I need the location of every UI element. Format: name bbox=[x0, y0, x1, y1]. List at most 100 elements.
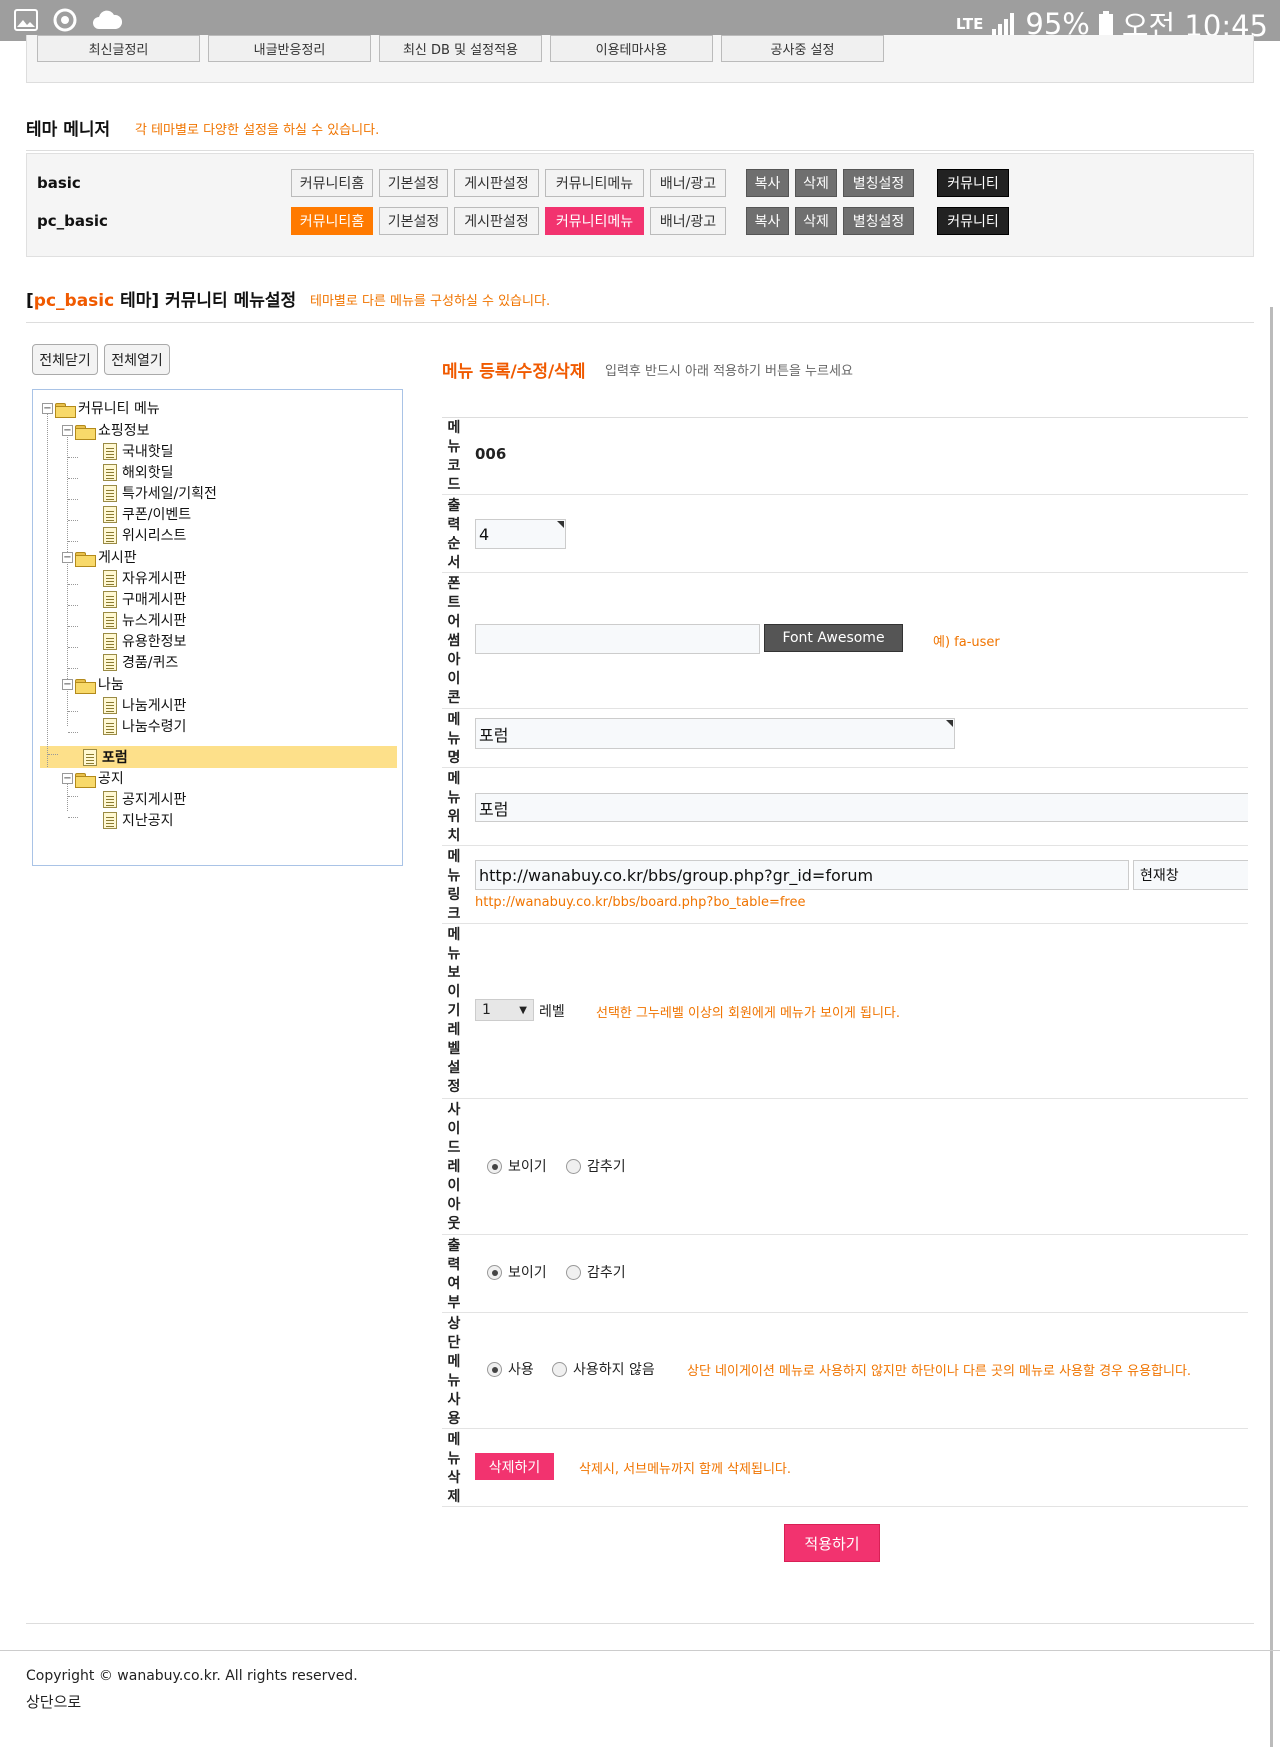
radio-checked-icon[interactable] bbox=[487, 1158, 502, 1174]
pc-basic-home-button[interactable]: 커뮤니티홈 bbox=[291, 207, 373, 235]
apply-db-button[interactable]: 최신 DB 및 설정적용 bbox=[379, 35, 542, 62]
collapse-icon[interactable]: − bbox=[62, 678, 73, 690]
level-select[interactable]: 1 ▼ bbox=[475, 999, 534, 1021]
pc-basic-copy-button[interactable]: 복사 bbox=[746, 207, 789, 235]
font-awesome-button[interactable]: Font Awesome bbox=[764, 624, 903, 652]
sync-icon bbox=[53, 8, 77, 32]
construction-setting-button[interactable]: 공사중 설정 bbox=[721, 35, 884, 62]
apply-button[interactable]: 적용하기 bbox=[784, 1524, 880, 1562]
pc-basic-delete-button[interactable]: 삭제 bbox=[795, 207, 837, 235]
menu-name-input[interactable]: 포럼 bbox=[475, 718, 955, 749]
document-icon bbox=[103, 505, 117, 523]
theme-name: pc_basic bbox=[33, 291, 115, 311]
output-show-radio[interactable]: 보이기 bbox=[487, 1262, 547, 1282]
tree-item-shopping[interactable]: − 쇼핑정보 bbox=[62, 419, 150, 441]
basic-home-button[interactable]: 커뮤니티홈 bbox=[291, 169, 373, 197]
top-menu-hint: 상단 네이게이션 메뉴로 사용하지 않지만 하단이나 다른 곳의 메뉴로 사용할… bbox=[687, 1364, 1192, 1379]
pc-basic-board-settings-button[interactable]: 게시판설정 bbox=[454, 207, 539, 235]
level-unit: 레벨 bbox=[539, 1004, 565, 1020]
basic-menu-button[interactable]: 커뮤니티메뉴 bbox=[545, 169, 644, 197]
pc-basic-banner-button[interactable]: 배너/광고 bbox=[650, 207, 726, 235]
copyright: Copyright © wanabuy.co.kr. All rights re… bbox=[26, 1668, 358, 1684]
tree-item-coupon[interactable]: 쿠폰/이벤트 bbox=[103, 503, 191, 525]
collapse-icon[interactable]: − bbox=[62, 551, 73, 563]
radio-checked-icon[interactable] bbox=[487, 1264, 502, 1280]
gallery-icon bbox=[14, 9, 38, 31]
collapse-icon[interactable]: − bbox=[62, 772, 73, 784]
basic-settings-button[interactable]: 기본설정 bbox=[379, 169, 448, 197]
output-hide-radio[interactable]: 감추기 bbox=[566, 1262, 626, 1282]
radio-label: 보이기 bbox=[508, 1159, 547, 1175]
side-show-radio[interactable]: 보이기 bbox=[487, 1156, 547, 1176]
link-target-select[interactable]: 현재창 bbox=[1133, 860, 1248, 890]
folder-icon bbox=[75, 677, 96, 694]
basic-copy-button[interactable]: 복사 bbox=[746, 169, 789, 197]
collapse-icon[interactable]: − bbox=[62, 424, 73, 436]
tree-item-news-board[interactable]: 뉴스게시판 bbox=[103, 609, 186, 631]
expand-all-button[interactable]: 전체열기 bbox=[104, 344, 170, 375]
use-theme-button[interactable]: 이용테마사용 bbox=[550, 35, 713, 62]
menu-tree: − 커뮤니티 메뉴 − 쇼핑정보 국내핫딜 해외핫딜 특가세일/기획전 쿠폰/이벤트… bbox=[32, 389, 403, 866]
tree-item-notice[interactable]: − 공지 bbox=[62, 767, 124, 789]
label-delete: 메뉴삭제 bbox=[447, 1432, 461, 1505]
tree-item-sharing-board[interactable]: 나눔게시판 bbox=[103, 694, 186, 716]
tree-label: 공지 bbox=[98, 771, 124, 787]
tree-item-notice-board[interactable]: 공지게시판 bbox=[103, 788, 186, 810]
tree-item-past-notice[interactable]: 지난공지 bbox=[103, 809, 174, 831]
top-unused-radio[interactable]: 사용하지 않음 bbox=[552, 1359, 655, 1379]
menu-position-input[interactable]: 포럼 bbox=[475, 793, 1248, 822]
radio-unchecked-icon[interactable] bbox=[566, 1264, 581, 1280]
tree-item-domestic-deal[interactable]: 국내핫딜 bbox=[103, 440, 174, 462]
document-icon bbox=[103, 653, 117, 671]
tree-item-forum[interactable]: 포럼 bbox=[83, 746, 128, 768]
pc-basic-menu-button[interactable]: 커뮤니티메뉴 bbox=[545, 207, 644, 235]
order-input[interactable]: 4 bbox=[475, 519, 566, 549]
document-icon bbox=[103, 611, 117, 629]
basic-alias-button[interactable]: 별칭설정 bbox=[843, 169, 914, 197]
tree-item-useful-info[interactable]: 유용한정보 bbox=[103, 630, 186, 652]
document-icon bbox=[103, 790, 117, 808]
pc-basic-alias-button[interactable]: 별칭설정 bbox=[843, 207, 914, 235]
menu-code-value: 006 bbox=[475, 445, 507, 463]
tree-item-wishlist[interactable]: 위시리스트 bbox=[103, 524, 186, 546]
tree-label: 뉴스게시판 bbox=[122, 613, 187, 629]
basic-banner-button[interactable]: 배너/광고 bbox=[650, 169, 726, 197]
radio-label: 감추기 bbox=[587, 1265, 626, 1281]
tree-root[interactable]: − 커뮤니티 메뉴 bbox=[42, 397, 160, 419]
tree-item-free-board[interactable]: 자유게시판 bbox=[103, 567, 186, 589]
tree-item-sharing-review[interactable]: 나눔수령기 bbox=[103, 715, 186, 737]
menu-setting-note: 테마별로 다른 메뉴를 구성하실 수 있습니다. bbox=[310, 294, 551, 309]
radio-unchecked-icon[interactable] bbox=[566, 1158, 581, 1174]
tree-label: 나눔수령기 bbox=[122, 719, 187, 735]
delete-menu-button[interactable]: 삭제하기 bbox=[475, 1453, 554, 1480]
row-delete: 메뉴삭제 삭제하기 삭제시, 서브메뉴까지 함께 삭제됩니다. bbox=[442, 1429, 1248, 1507]
folder-icon bbox=[55, 401, 76, 418]
pc-basic-settings-button[interactable]: 기본설정 bbox=[379, 207, 448, 235]
tree-item-purchase-board[interactable]: 구매게시판 bbox=[103, 588, 186, 610]
scrollbar[interactable] bbox=[1270, 307, 1273, 1747]
collapse-all-button[interactable]: 전체닫기 bbox=[32, 344, 98, 375]
tree-item-special-sale[interactable]: 특가세일/기획전 bbox=[103, 482, 217, 504]
icon-input[interactable] bbox=[475, 624, 760, 654]
basic-community-link[interactable]: 커뮤니티 bbox=[937, 169, 1009, 197]
document-icon bbox=[103, 442, 117, 460]
label-side-layout: 사이드레이아웃 bbox=[447, 1102, 461, 1232]
menu-link-input[interactable]: http://wanabuy.co.kr/bbs/group.php?gr_id… bbox=[475, 860, 1129, 890]
collapse-icon[interactable]: − bbox=[42, 402, 53, 414]
clean-latest-button[interactable]: 최신글정리 bbox=[37, 35, 200, 62]
pc-basic-community-link[interactable]: 커뮤니티 bbox=[937, 207, 1009, 235]
basic-board-settings-button[interactable]: 게시판설정 bbox=[454, 169, 539, 197]
basic-delete-button[interactable]: 삭제 bbox=[795, 169, 837, 197]
tree-item-overseas-deal[interactable]: 해외핫딜 bbox=[103, 461, 174, 483]
clean-reactions-button[interactable]: 내글반응정리 bbox=[208, 35, 371, 62]
side-hide-radio[interactable]: 감추기 bbox=[566, 1156, 626, 1176]
tree-item-quiz[interactable]: 경품/퀴즈 bbox=[103, 651, 178, 673]
cloud-icon bbox=[93, 10, 122, 29]
radio-unchecked-icon[interactable] bbox=[552, 1361, 567, 1377]
top-use-radio[interactable]: 사용 bbox=[487, 1359, 534, 1379]
tree-item-board[interactable]: − 게시판 bbox=[62, 546, 137, 568]
label-icon: 폰트어썸아이콘 bbox=[447, 576, 461, 706]
radio-checked-icon[interactable] bbox=[487, 1361, 502, 1377]
tree-item-sharing[interactable]: − 나눔 bbox=[62, 673, 124, 695]
back-to-top-link[interactable]: 상단으로 bbox=[26, 1691, 81, 1712]
